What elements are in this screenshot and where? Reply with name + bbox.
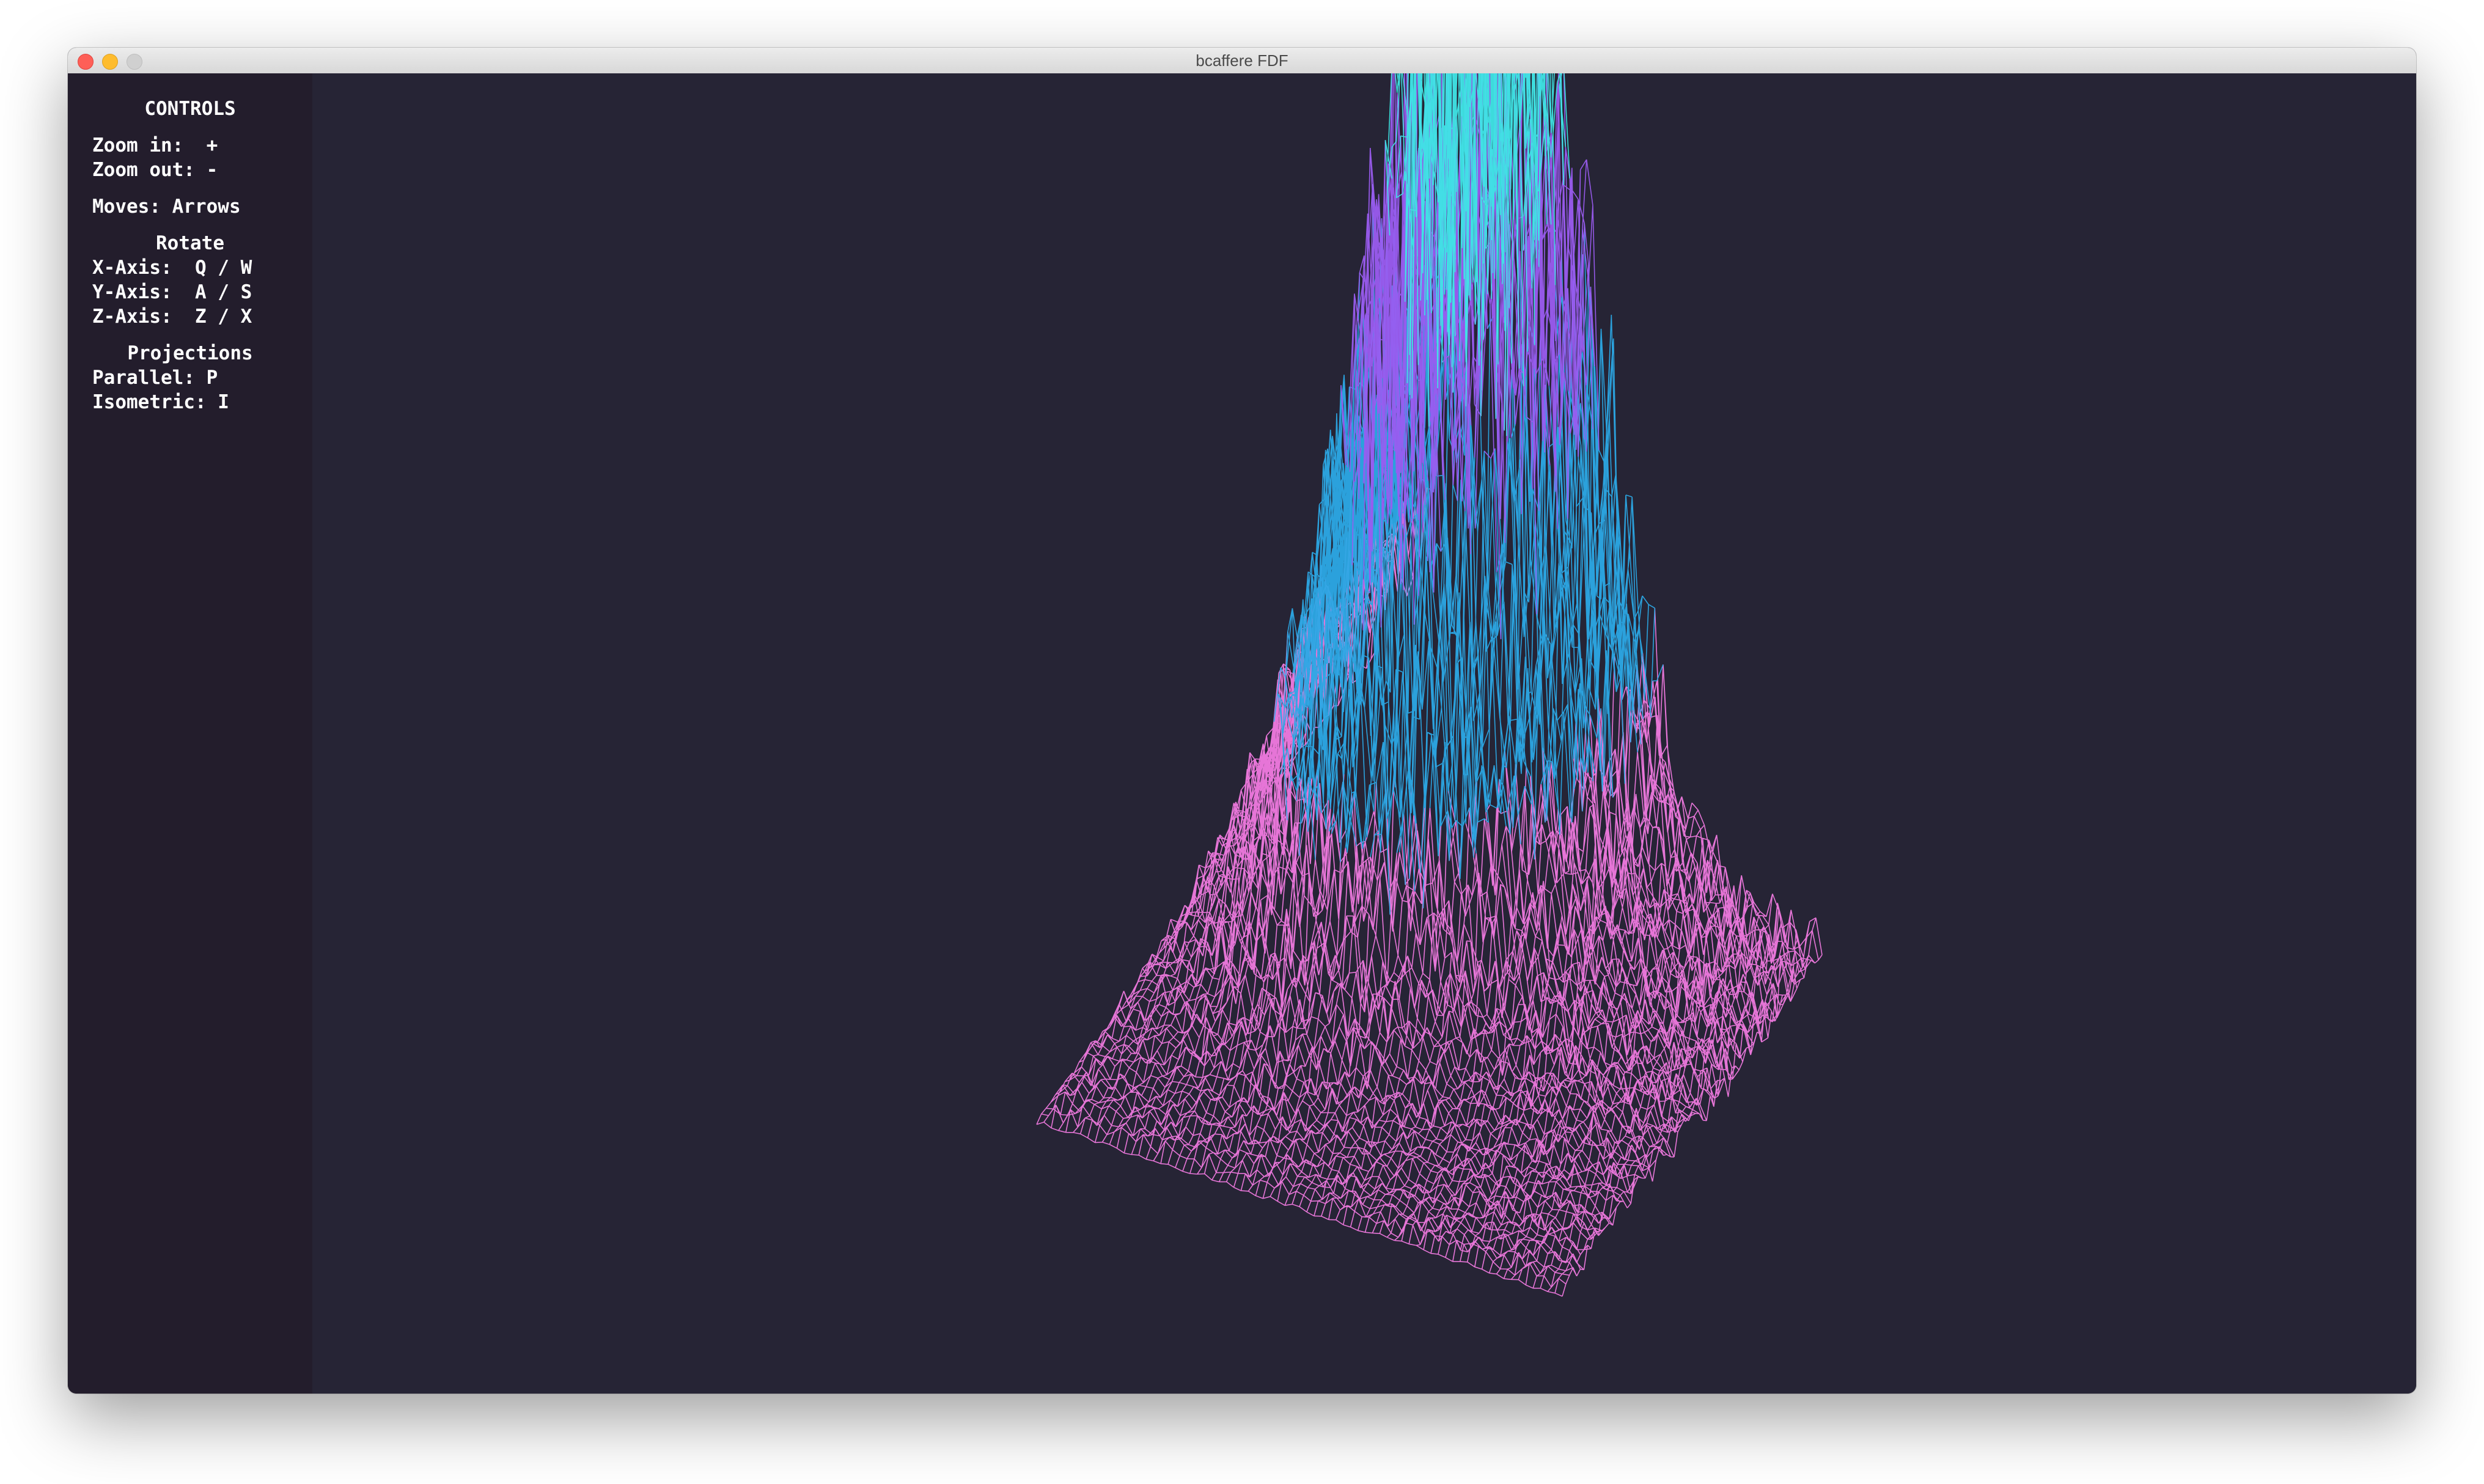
z-axis-help: Z-Axis: Z / X xyxy=(92,306,252,328)
wireframe-terrain xyxy=(1036,73,1823,1297)
isometric-help: Isometric: I xyxy=(92,391,229,413)
projections-heading: Projections xyxy=(127,342,253,364)
controls-panel: CONTROLS Zoom in: + Zoom out: - Moves: A… xyxy=(92,97,288,414)
wireframe-edges xyxy=(1036,476,1823,1297)
zoom-in-help: Zoom in: + xyxy=(92,134,218,156)
x-axis-help: X-Axis: Q / W xyxy=(92,257,252,279)
y-axis-help: Y-Axis: A / S xyxy=(92,281,252,303)
render-canvas[interactable] xyxy=(312,73,2416,1394)
app-window: bcaffere FDF CONTROLS Zoom in: + Zoom ou… xyxy=(68,48,2416,1394)
moves-help: Moves: Arrows xyxy=(92,196,241,218)
parallel-help: Parallel: P xyxy=(92,367,218,389)
rotate-heading: Rotate xyxy=(156,232,224,254)
title-bar[interactable]: bcaffere FDF xyxy=(68,48,2416,74)
window-title: bcaffere FDF xyxy=(1196,51,1288,70)
controls-heading: CONTROLS xyxy=(144,98,236,120)
zoom-out-help: Zoom out: - xyxy=(92,159,218,181)
controls-sidebar: CONTROLS Zoom in: + Zoom out: - Moves: A… xyxy=(68,73,312,1394)
